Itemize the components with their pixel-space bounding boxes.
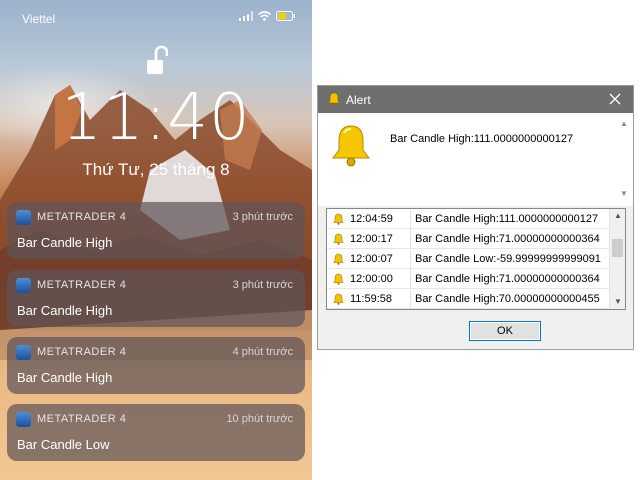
alert-dialog: Alert Bar Candle High:111.0000000000127 … — [317, 85, 634, 350]
notification-title: Bar Candle High — [17, 235, 113, 250]
notification-title: Bar Candle High — [17, 370, 113, 385]
notification-title: Bar Candle Low — [17, 437, 110, 452]
metatrader-icon — [16, 278, 31, 293]
notification-time: 10 phút trước — [226, 413, 293, 425]
screenshot-composite: Viettel 11:40 Thứ Tư, 25 tháng 8 METATRA… — [0, 0, 640, 480]
message-scrollbar[interactable]: ▲ ▼ — [617, 117, 631, 203]
row-time: 12:00:07 — [350, 253, 393, 265]
column-divider — [410, 289, 411, 309]
column-divider — [410, 249, 411, 269]
notification-app: METATRADER 4 — [37, 413, 127, 425]
column-divider — [410, 229, 411, 249]
row-time: 12:00:00 — [350, 273, 393, 285]
notification-card[interactable]: METATRADER 4 3 phút trước Bar Candle Hig… — [7, 202, 305, 259]
bell-icon — [333, 253, 344, 265]
scroll-up-icon[interactable]: ▲ — [614, 211, 622, 220]
list-item[interactable]: 12:00:17 Bar Candle High:71.000000000003… — [327, 229, 609, 249]
notification-app: METATRADER 4 — [37, 346, 127, 358]
battery-icon — [276, 11, 295, 21]
metatrader-icon — [16, 412, 31, 427]
unlock-icon — [147, 45, 168, 74]
list-item[interactable]: 12:00:07 Bar Candle Low:-59.999999999990… — [327, 249, 609, 269]
dialog-titlebar[interactable]: Alert — [318, 86, 633, 113]
bell-icon — [327, 92, 341, 106]
row-time: 12:00:17 — [350, 233, 393, 245]
wifi-icon — [258, 11, 271, 21]
bell-icon — [333, 273, 344, 285]
notification-card[interactable]: METATRADER 4 10 phút trước Bar Candle Lo… — [7, 404, 305, 461]
notification-time: 4 phút trước — [232, 346, 293, 358]
column-divider — [410, 209, 411, 229]
status-icons — [239, 11, 296, 21]
carrier-name: Viettel — [22, 12, 56, 26]
scroll-down-icon[interactable]: ▼ — [620, 189, 628, 198]
bell-icon — [333, 213, 344, 225]
scroll-down-icon[interactable]: ▼ — [614, 297, 622, 306]
lock-date: Thứ Tư, 25 tháng 8 — [82, 160, 230, 179]
column-divider — [410, 269, 411, 289]
lock-clock: 11:40 — [61, 81, 251, 155]
notification-time: 3 phút trước — [232, 279, 293, 291]
scrollbar-thumb[interactable] — [612, 239, 623, 257]
large-bell-icon — [332, 125, 370, 167]
row-time: 11:59:58 — [350, 293, 393, 305]
notification-card[interactable]: METATRADER 4 4 phút trước Bar Candle Hig… — [7, 337, 305, 394]
list-item[interactable]: 12:00:00 Bar Candle High:71.000000000003… — [327, 269, 609, 289]
row-message: Bar Candle High:111.0000000000127 — [415, 213, 599, 225]
row-message: Bar Candle High:70.00000000000455 — [415, 293, 600, 305]
notification-title: Bar Candle High — [17, 303, 113, 318]
alert-message: Bar Candle High:111.0000000000127 — [390, 133, 574, 145]
row-time: 12:04:59 — [350, 213, 393, 225]
notification-time: 3 phút trước — [232, 211, 293, 223]
bell-icon — [333, 293, 344, 305]
notification-card[interactable]: METATRADER 4 3 phút trước Bar Candle Hig… — [7, 270, 305, 327]
metatrader-icon — [16, 345, 31, 360]
list-item[interactable]: 12:04:59 Bar Candle High:111.00000000001… — [327, 209, 609, 229]
message-area: Bar Candle High:111.0000000000127 ▲ ▼ — [318, 113, 633, 206]
scroll-up-icon[interactable]: ▲ — [620, 119, 628, 128]
signal-icon — [239, 11, 253, 21]
close-icon[interactable] — [607, 91, 623, 107]
list-item[interactable]: 11:59:58 Bar Candle High:70.000000000004… — [327, 289, 609, 309]
metatrader-icon — [16, 210, 31, 225]
notification-app: METATRADER 4 — [37, 279, 127, 291]
row-message: Bar Candle High:71.00000000000364 — [415, 233, 600, 245]
bell-icon — [333, 233, 344, 245]
notification-app: METATRADER 4 — [37, 211, 127, 223]
list-scrollbar[interactable]: ▲ ▼ — [609, 209, 625, 309]
dialog-title: Alert — [346, 93, 371, 107]
alert-history-list: 12:04:59 Bar Candle High:111.00000000001… — [326, 208, 626, 310]
phone-lock-screen: Viettel 11:40 Thứ Tư, 25 tháng 8 METATRA… — [0, 0, 312, 480]
ok-button[interactable]: OK — [469, 321, 541, 341]
row-message: Bar Candle Low:-59.99999999999091 — [415, 253, 601, 265]
row-message: Bar Candle High:71.00000000000364 — [415, 273, 600, 285]
